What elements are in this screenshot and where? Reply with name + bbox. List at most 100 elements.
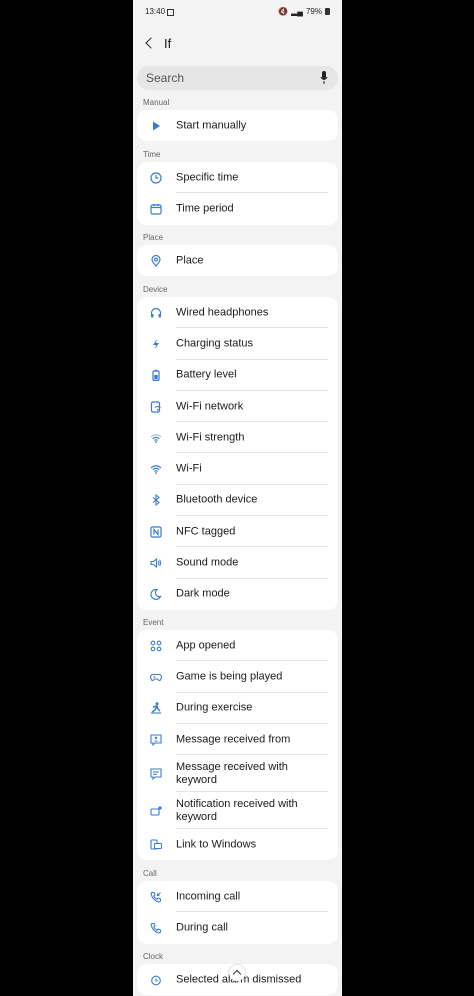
item-label: Wi-Fi strength xyxy=(176,431,245,444)
status-time: 13:40 xyxy=(145,7,166,16)
section-label-place: Place xyxy=(143,233,164,242)
back-icon[interactable] xyxy=(145,37,157,49)
item-label: Specific time xyxy=(176,171,239,184)
list-item-message-received-from[interactable]: Message received from xyxy=(137,724,338,756)
header: If xyxy=(133,28,342,58)
search-placeholder: Search xyxy=(146,71,185,85)
item-label: Incoming call xyxy=(176,890,241,903)
list-item-wifi[interactable]: Wi-Fi xyxy=(137,453,338,485)
section-label-call: Call xyxy=(143,869,157,878)
item-label: Battery level xyxy=(176,368,237,381)
section-label-time: Time xyxy=(143,150,161,159)
item-label: Message received with keyword xyxy=(176,760,288,786)
list-item-start-manually[interactable]: Start manually xyxy=(137,110,338,141)
speaker-icon xyxy=(150,557,162,569)
list-item-time-period[interactable]: Time period xyxy=(137,193,338,224)
list-item-charging-status[interactable]: Charging status xyxy=(137,328,338,360)
item-label: Start manually xyxy=(176,119,247,132)
notification-keyword-icon xyxy=(150,806,162,816)
item-label: Time period xyxy=(176,202,234,215)
list-item-link-to-windows[interactable]: Link to Windows xyxy=(137,829,338,860)
card-manual: Start manually xyxy=(137,110,338,142)
item-label: Bluetooth device xyxy=(176,493,258,506)
item-label: Place xyxy=(176,254,204,267)
list-item-wired-headphones[interactable]: Wired headphones xyxy=(137,297,338,329)
message-keyword-icon xyxy=(150,768,162,780)
item-label: App opened xyxy=(176,639,236,652)
list-item-game-played[interactable]: Game is being played xyxy=(137,661,338,693)
nfc-icon xyxy=(150,526,162,538)
item-label: Sound mode xyxy=(176,556,239,569)
list-item-message-keyword[interactable]: Message received with keyword xyxy=(137,755,338,793)
exercise-icon xyxy=(151,702,161,714)
search-bar[interactable]: Search xyxy=(137,66,338,90)
wifi-strength-icon xyxy=(150,434,162,443)
battery-percent: 79% xyxy=(305,7,322,16)
item-label: Message received from xyxy=(176,733,291,746)
item-label: Link to Windows xyxy=(176,838,257,851)
list-item-wifi-strength[interactable]: Wi-Fi strength xyxy=(137,422,338,454)
item-label: Wi-Fi network xyxy=(176,400,244,413)
apps-icon xyxy=(150,640,162,651)
item-label: During call xyxy=(176,921,228,934)
signal-icon: ▂▄ xyxy=(291,7,303,16)
card-event: App opened Game is being played During e… xyxy=(137,630,338,861)
section-label-clock: Clock xyxy=(143,952,164,961)
battery-status-icon xyxy=(325,8,330,15)
card-place: Place xyxy=(137,245,338,277)
list-item-sound-mode[interactable]: Sound mode xyxy=(137,547,338,579)
phone-screen: 13:40 🔇 ▂▄ 79% If Search Manual Start ma… xyxy=(133,0,342,996)
item-label: Notification received with keyword xyxy=(176,797,298,823)
section-label-device: Device xyxy=(143,285,168,294)
list-item-app-opened[interactable]: App opened xyxy=(137,630,338,662)
scroll-to-top-button[interactable] xyxy=(229,965,245,981)
section-label-event: Event xyxy=(143,618,164,627)
page-title: If xyxy=(164,36,172,51)
phone-icon xyxy=(150,922,162,934)
list-item-place[interactable]: Place xyxy=(137,245,338,276)
lightning-icon xyxy=(153,338,159,349)
location-pin-icon xyxy=(151,254,161,267)
bluetooth-icon xyxy=(152,494,160,507)
link-windows-icon xyxy=(150,839,162,850)
list-item-incoming-call[interactable]: Incoming call xyxy=(137,881,338,913)
list-item-notification-keyword[interactable]: Notification received with keyword xyxy=(137,792,338,830)
list-item-nfc-tagged[interactable]: NFC tagged xyxy=(137,516,338,548)
item-label: Selected alarm dismissed xyxy=(176,973,302,986)
item-label: Charging status xyxy=(176,337,254,350)
message-person-icon xyxy=(150,733,162,746)
wifi-icon xyxy=(150,465,162,475)
list-item-bluetooth-device[interactable]: Bluetooth device xyxy=(137,485,338,517)
gamepad-icon xyxy=(150,673,162,681)
item-label: During exercise xyxy=(176,701,253,714)
item-label: NFC tagged xyxy=(176,525,236,538)
list-item-specific-time[interactable]: Specific time xyxy=(137,162,338,194)
incoming-call-icon xyxy=(150,891,162,903)
status-right: 🔇 ▂▄ 79% xyxy=(278,7,330,16)
card-device: Wired headphones Charging status Battery… xyxy=(137,297,338,610)
play-icon xyxy=(153,121,160,131)
list-item-during-call[interactable]: During call xyxy=(137,912,338,943)
alarm-icon xyxy=(151,975,161,985)
headphones-icon xyxy=(150,307,162,318)
moon-icon xyxy=(150,589,162,601)
microphone-icon[interactable] xyxy=(320,71,328,85)
status-bar: 13:40 🔇 ▂▄ 79% xyxy=(133,0,342,22)
list-item-during-exercise[interactable]: During exercise xyxy=(137,693,338,724)
item-label: Wired headphones xyxy=(176,306,269,319)
wifi-network-icon xyxy=(150,400,161,413)
section-label-manual: Manual xyxy=(143,98,170,107)
item-label: Game is being played xyxy=(176,670,283,683)
card-call: Incoming call During call xyxy=(137,881,338,944)
card-time: Specific time Time period xyxy=(137,162,338,225)
list-item-wifi-network[interactable]: Wi-Fi network xyxy=(137,391,338,423)
calendar-icon xyxy=(150,203,162,215)
item-label: Wi-Fi xyxy=(176,462,202,475)
item-label: Dark mode xyxy=(176,587,230,600)
mute-icon: 🔇 xyxy=(278,7,289,16)
battery-icon xyxy=(152,369,160,382)
notification-icon xyxy=(167,9,174,16)
list-item-dark-mode[interactable]: Dark mode xyxy=(137,579,338,610)
clock-icon xyxy=(150,172,162,184)
list-item-battery-level[interactable]: Battery level xyxy=(137,360,338,391)
